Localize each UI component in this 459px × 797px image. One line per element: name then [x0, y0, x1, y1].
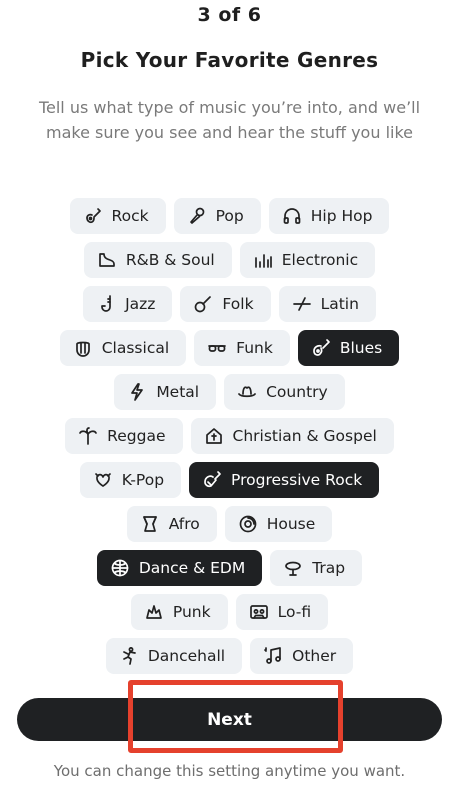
disco-ball-icon	[110, 558, 130, 578]
genre-row: Punk Lo-fi	[0, 594, 459, 630]
genre-chip-label: Other	[292, 647, 337, 665]
genre-chip-label: Jazz	[125, 295, 156, 313]
genre-chip-label: R&B & Soul	[125, 251, 215, 269]
microphone-icon	[187, 206, 207, 226]
genre-chip-label: Pop	[215, 207, 244, 225]
genre-chip-label: Metal	[156, 383, 200, 401]
genre-list: Rock Pop Hip Hop R&B & Soul Electronic J…	[0, 198, 459, 682]
church-icon	[204, 426, 224, 446]
genre-chip-house[interactable]: House	[224, 506, 333, 542]
genre-chip-label: Progressive Rock	[231, 471, 363, 489]
genre-chip-label: Electronic	[281, 251, 359, 269]
genre-chip-afro[interactable]: Afro	[126, 506, 217, 542]
banjo-icon	[193, 294, 213, 314]
genre-row: Jazz Folk Latin	[0, 286, 459, 322]
headphones-icon	[282, 206, 302, 226]
genre-row: Dance & EDM Trap	[0, 550, 459, 586]
genre-chip-label: Punk	[172, 603, 211, 621]
genre-chip-classical[interactable]: Classical	[59, 330, 187, 366]
step-indicator: 3 of 6	[197, 4, 262, 26]
genre-row: Dancehall Other	[0, 638, 459, 674]
genre-row: Rock Pop Hip Hop	[0, 198, 459, 234]
genre-chip-label: Reggae	[107, 427, 166, 445]
genre-chip-electronic[interactable]: Electronic	[239, 242, 376, 278]
genre-chip-label: Lo-fi	[277, 603, 312, 621]
genre-chip-label: Folk	[222, 295, 254, 313]
genre-chip-reggae[interactable]: Reggae	[65, 418, 183, 454]
harp-icon	[73, 338, 93, 358]
genre-chip-label: Trap	[312, 559, 346, 577]
genre-row: Metal Country	[0, 374, 459, 410]
genre-chip-other[interactable]: Other	[250, 638, 354, 674]
trap-icon	[283, 558, 303, 578]
genre-row: R&B & Soul Electronic	[0, 242, 459, 278]
lightning-icon	[127, 382, 147, 402]
genre-chip-label: Afro	[168, 515, 200, 533]
footer-note: You can change this setting anytime you …	[53, 762, 406, 780]
genre-chip-lo-fi[interactable]: Lo-fi	[235, 594, 329, 630]
equalizer-icon	[253, 250, 273, 270]
genre-chip-country[interactable]: Country	[224, 374, 345, 410]
genre-chip-pop[interactable]: Pop	[173, 198, 261, 234]
vinyl-icon	[238, 514, 258, 534]
genre-chip-label: Dancehall	[147, 647, 226, 665]
guitar-icon	[202, 470, 222, 490]
genre-chip-label: Dance & EDM	[138, 559, 246, 577]
saxophone-icon	[96, 294, 116, 314]
genre-chip-rock[interactable]: Rock	[69, 198, 166, 234]
palm-tree-icon	[78, 426, 98, 446]
electric-guitar-icon	[83, 206, 103, 226]
genre-chip-punk[interactable]: Punk	[130, 594, 228, 630]
genre-chip-latin[interactable]: Latin	[278, 286, 376, 322]
genre-row: Classical Funk Blues	[0, 330, 459, 366]
genre-chip-hip-hop[interactable]: Hip Hop	[268, 198, 390, 234]
genre-chip-label: Hip Hop	[310, 207, 373, 225]
genre-row: Reggae Christian & Gospel	[0, 418, 459, 454]
dancer-icon	[119, 646, 139, 666]
genre-chip-label: Country	[266, 383, 328, 401]
drum-icon	[140, 514, 160, 534]
genre-chip-jazz[interactable]: Jazz	[83, 286, 173, 322]
cowboy-hat-icon	[237, 382, 257, 402]
cassette-icon	[249, 602, 269, 622]
genre-chip-progressive-rock[interactable]: Progressive Rock	[189, 462, 380, 498]
page-subtitle: Tell us what type of music you’re into, …	[38, 98, 421, 142]
genre-row: K-Pop Progressive Rock	[0, 462, 459, 498]
genre-chip-christian-gospel[interactable]: Christian & Gospel	[190, 418, 394, 454]
sunglasses-icon	[207, 338, 227, 358]
genre-chip-label: Christian & Gospel	[232, 427, 377, 445]
genre-chip-rnb-soul[interactable]: R&B & Soul	[83, 242, 232, 278]
genre-chip-label: House	[266, 515, 316, 533]
genre-chip-folk[interactable]: Folk	[180, 286, 271, 322]
piano-icon	[97, 250, 117, 270]
punk-icon	[144, 602, 164, 622]
genre-chip-label: Funk	[236, 339, 273, 357]
genre-chip-blues[interactable]: Blues	[297, 330, 400, 366]
genre-chip-label: Classical	[101, 339, 170, 357]
genre-chip-k-pop[interactable]: K-Pop	[79, 462, 182, 498]
heart-icon	[93, 470, 113, 490]
genre-chip-label: Rock	[111, 207, 149, 225]
genre-row: Afro House	[0, 506, 459, 542]
genre-chip-dance-edm[interactable]: Dance & EDM	[96, 550, 263, 586]
genre-chip-label: Latin	[320, 295, 359, 313]
genre-chip-label: Blues	[339, 339, 383, 357]
page-title: Pick Your Favorite Genres	[80, 48, 379, 72]
genre-chip-funk[interactable]: Funk	[194, 330, 290, 366]
next-button[interactable]: Next	[17, 698, 442, 741]
genre-chip-trap[interactable]: Trap	[270, 550, 363, 586]
music-note-icon	[263, 646, 283, 666]
maracas-icon	[292, 294, 312, 314]
genre-chip-label: K-Pop	[121, 471, 165, 489]
genre-chip-dancehall[interactable]: Dancehall	[105, 638, 243, 674]
genre-chip-metal[interactable]: Metal	[114, 374, 217, 410]
acoustic-guitar-icon	[311, 338, 331, 358]
